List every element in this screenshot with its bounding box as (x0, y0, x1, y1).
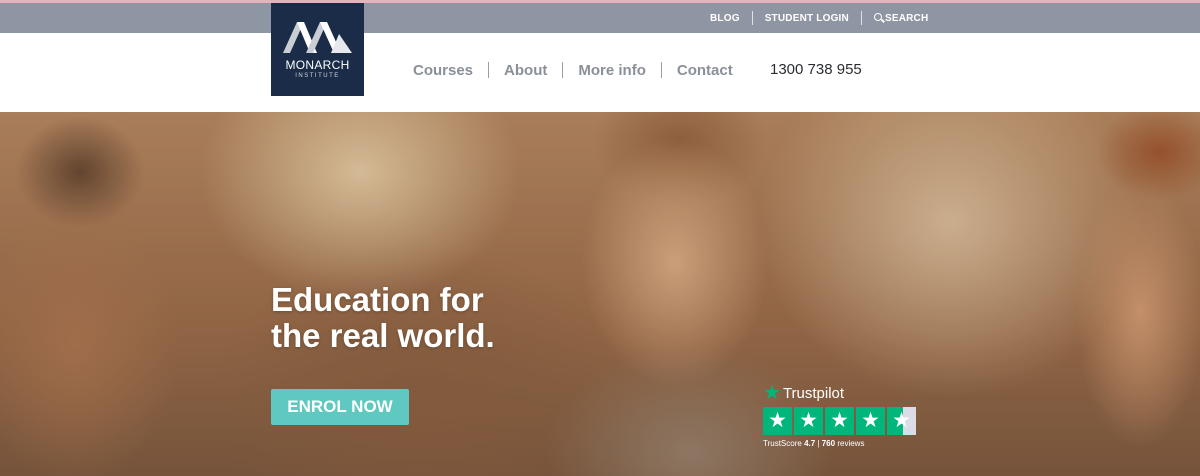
monarch-logo[interactable]: MONARCH INSTITUTE (271, 3, 364, 96)
phone-number[interactable]: 1300 738 955 (770, 33, 862, 107)
trustpilot-rating-stars: ★ ★ ★ ★ ★ (763, 407, 923, 435)
logo-subtitle: INSTITUTE (295, 73, 340, 79)
nav-divider (660, 62, 662, 78)
trustscore-label: TrustScore (763, 439, 802, 448)
trustpilot-star-icon: ★ (763, 382, 781, 404)
trustpilot-header: ★ Trustpilot (763, 382, 923, 404)
score-separator: | (817, 439, 820, 448)
star-icon: ★ (763, 407, 792, 435)
blog-link[interactable]: BLOG (710, 13, 740, 24)
utility-divider (860, 11, 862, 25)
trustpilot-brand: Trustpilot (782, 384, 845, 402)
main-navbar: Courses About More info Contact 1300 738… (0, 33, 1200, 112)
trustscore-value: 4.7 (804, 439, 816, 448)
half-star-icon: ★ (887, 407, 916, 435)
utility-links: BLOG STUDENT LOGIN SEARCH (710, 3, 928, 33)
utility-divider (751, 11, 753, 25)
trustpilot-widget[interactable]: ★ Trustpilot ★ ★ ★ ★ ★ TrustScore 4.7 | … (763, 382, 923, 448)
enrol-now-button[interactable]: ENROL NOW (271, 389, 409, 425)
nav-divider (562, 62, 564, 78)
nav-contact[interactable]: Contact (677, 62, 733, 79)
star-icon: ★ (856, 407, 885, 435)
nav-courses[interactable]: Courses (413, 62, 473, 79)
main-nav: Courses About More info Contact (413, 33, 733, 107)
logo-name: MONARCH (285, 58, 350, 72)
search-icon (873, 12, 882, 21)
search-link[interactable]: SEARCH (873, 12, 929, 24)
review-count: 760 (821, 439, 836, 448)
star-icon: ★ (825, 407, 854, 435)
hero-headline: Education for the real world. (271, 282, 495, 354)
logo-mark-icon (283, 22, 352, 53)
reviews-label: reviews (837, 439, 865, 448)
hero-banner: Education for the real world. ENROL NOW … (0, 112, 1200, 476)
student-login-link[interactable]: STUDENT LOGIN (765, 13, 849, 24)
star-icon: ★ (794, 407, 823, 435)
nav-about[interactable]: About (504, 62, 547, 79)
nav-divider (488, 62, 490, 78)
nav-more-info[interactable]: More info (578, 62, 646, 79)
search-label: SEARCH (884, 12, 929, 24)
headline-line-1: Education for (271, 281, 484, 318)
utility-bar: BLOG STUDENT LOGIN SEARCH (0, 3, 1200, 33)
headline-line-2: the real world. (271, 317, 495, 354)
trustpilot-score: TrustScore 4.7 | 760 reviews (763, 439, 923, 448)
